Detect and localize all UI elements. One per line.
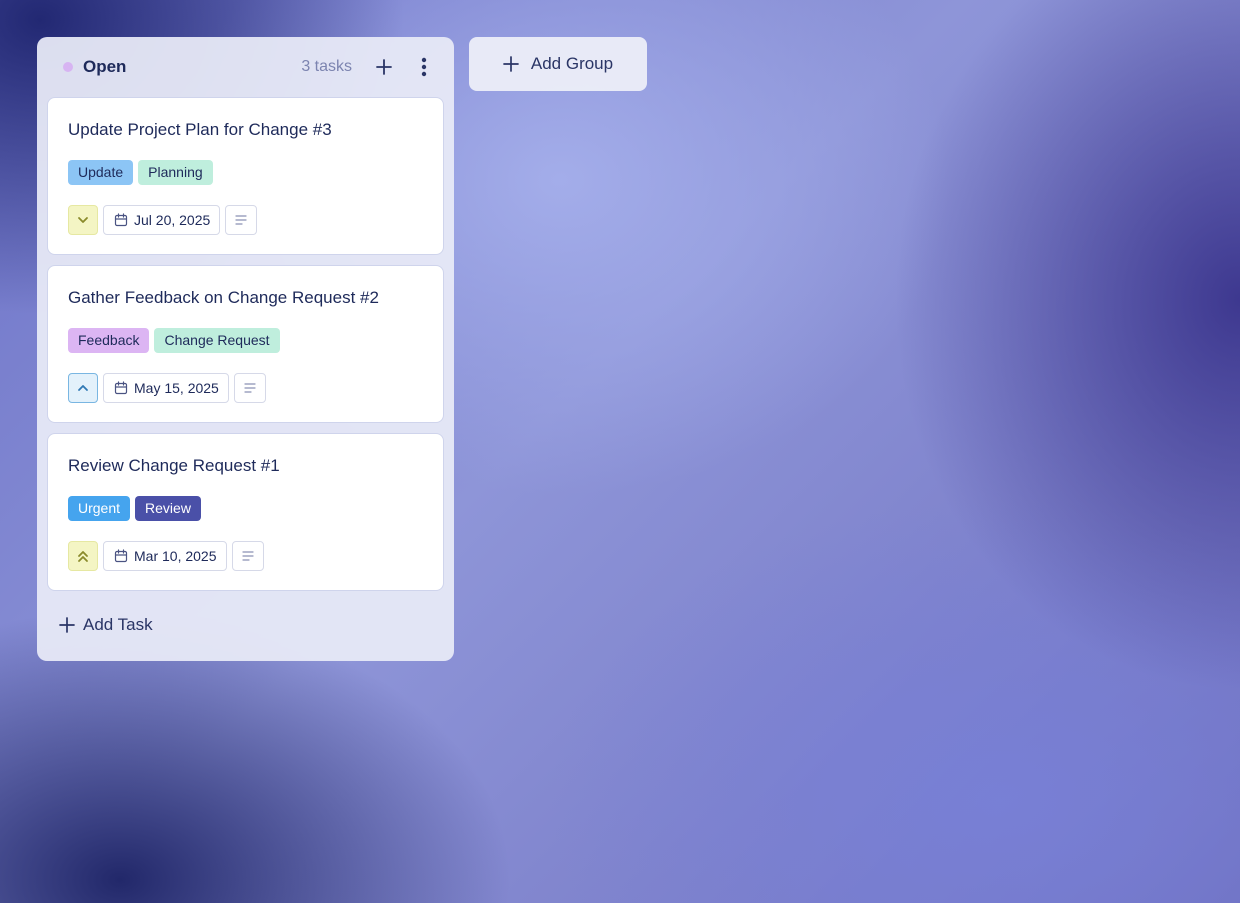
calendar-icon (114, 213, 128, 227)
task-card[interactable]: Update Project Plan for Change #3 Update… (47, 97, 444, 255)
notes-button[interactable] (233, 373, 266, 403)
task-group-open: Open 3 tasks Update Project Plan for Cha… (37, 37, 454, 661)
tag: Planning (138, 160, 213, 185)
calendar-icon (114, 381, 128, 395)
tag-list: Urgent Review (68, 496, 201, 521)
add-task-label: Add Task (83, 615, 153, 634)
add-group-button[interactable]: Add Group (469, 37, 647, 91)
tag: Update (68, 160, 134, 185)
group-header: Open 3 tasks (37, 37, 454, 97)
vertical-dots-icon (421, 57, 427, 77)
tag-list: Update Planning (68, 160, 213, 185)
chevron-up-icon (78, 385, 88, 391)
task-title: Update Project Plan for Change #3 (68, 120, 332, 139)
task-meta: Jul 20, 2025 (68, 205, 258, 235)
group-menu-button[interactable] (412, 55, 436, 79)
plus-icon (503, 56, 519, 72)
double-chevron-up-icon (78, 551, 88, 562)
task-meta: Mar 10, 2025 (68, 541, 264, 571)
due-date: Jul 20, 2025 (134, 212, 211, 228)
status-dot (63, 62, 73, 72)
task-count: 3 tasks (301, 58, 352, 75)
plus-icon (59, 617, 75, 633)
plus-icon (376, 59, 392, 75)
due-date: May 15, 2025 (134, 380, 219, 396)
notes-icon (235, 215, 247, 225)
tag: Review (135, 496, 201, 521)
priority-button[interactable] (68, 373, 98, 403)
tag: Change Request (154, 328, 280, 353)
task-title: Gather Feedback on Change Request #2 (68, 288, 379, 307)
priority-button[interactable] (68, 541, 98, 571)
task-card[interactable]: Review Change Request #1 Urgent Review M… (47, 433, 444, 591)
notes-icon (241, 551, 254, 561)
add-task-icon-button[interactable] (372, 55, 396, 79)
notes-button[interactable] (231, 541, 264, 571)
due-date: Mar 10, 2025 (134, 548, 217, 564)
due-date-chip[interactable]: Mar 10, 2025 (103, 541, 227, 571)
task-meta: May 15, 2025 (68, 373, 266, 403)
tag: Urgent (68, 496, 131, 521)
notes-button[interactable] (225, 205, 258, 235)
tag-list: Feedback Change Request (68, 328, 280, 353)
add-task-button[interactable]: Add Task (59, 615, 153, 635)
task-card[interactable]: Gather Feedback on Change Request #2 Fee… (47, 265, 444, 423)
due-date-chip[interactable]: Jul 20, 2025 (103, 205, 221, 235)
chevron-down-icon (78, 217, 88, 223)
add-group-label: Add Group (530, 54, 614, 73)
priority-button[interactable] (68, 205, 98, 235)
tag: Feedback (68, 328, 150, 353)
notes-icon (244, 383, 256, 393)
calendar-icon (114, 549, 128, 563)
group-title: Open (83, 57, 127, 76)
task-title: Review Change Request #1 (68, 456, 280, 475)
due-date-chip[interactable]: May 15, 2025 (103, 373, 229, 403)
